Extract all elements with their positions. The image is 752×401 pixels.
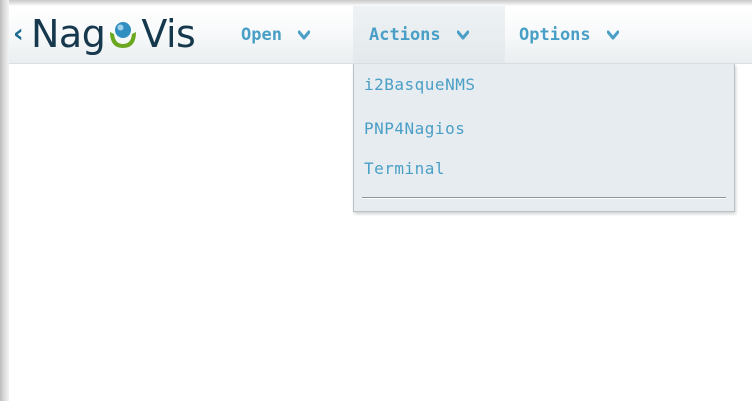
menu-options-label: Options <box>519 24 591 45</box>
menu-open-label: Open <box>241 24 282 45</box>
nagvis-logo[interactable]: Nag Vis <box>31 10 196 58</box>
nagvis-window: ‹ Nag Vis Open Actions Options i2BasqueN… <box>0 0 752 401</box>
menu-open[interactable]: Open <box>241 6 310 63</box>
dropdown-separator <box>362 197 726 199</box>
menu-item-i2basquenms[interactable]: i2BasqueNMS <box>364 75 475 94</box>
menu-options[interactable]: Options <box>519 6 619 63</box>
menu-item-terminal[interactable]: Terminal <box>364 159 445 178</box>
back-chevron-icon[interactable]: ‹ <box>13 20 24 48</box>
actions-dropdown-menu: i2BasqueNMS PNP4Nagios Terminal <box>353 64 735 212</box>
nagvis-logo-mark-icon <box>110 22 137 48</box>
header-menubar: ‹ Nag Vis Open Actions Options <box>9 6 752 64</box>
chevron-down-icon <box>606 30 619 39</box>
chevron-down-icon <box>456 30 469 39</box>
logo-text-left: Nag <box>31 12 106 56</box>
logo-text-right: Vis <box>141 12 196 56</box>
menu-actions-label: Actions <box>369 24 441 45</box>
chevron-down-icon <box>297 30 310 39</box>
menu-item-pnp4nagios[interactable]: PNP4Nagios <box>364 119 465 138</box>
window-shadow-left <box>0 0 9 401</box>
menu-actions[interactable]: Actions <box>353 6 505 63</box>
